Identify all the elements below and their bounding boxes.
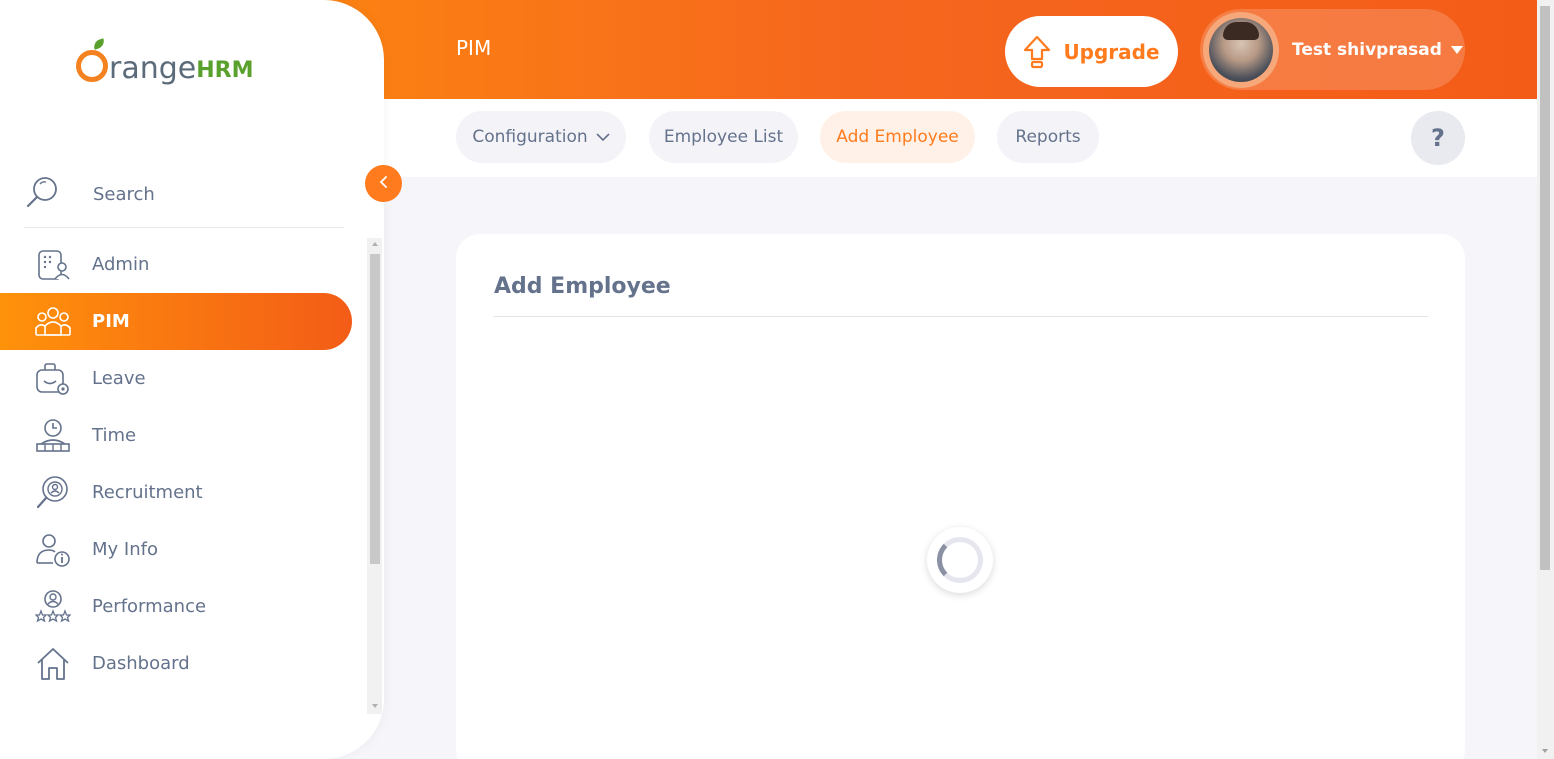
sidebar-item-recruitment[interactable]: Recruitment [0,464,352,521]
tab-add-employee[interactable]: Add Employee [820,111,975,163]
search-icon [24,175,60,215]
pim-icon [34,303,72,341]
sidebar-item-my-info[interactable]: My Info [0,521,352,578]
sidebar-item-time[interactable]: Time [0,407,352,464]
search-label: Search [93,184,155,205]
scroll-up-icon[interactable] [372,242,378,246]
tab-label: Reports [1015,127,1081,147]
sub-navigation: Configuration Employee List Add Employee… [384,99,1537,177]
sidebar-item-admin[interactable]: Admin [0,236,352,293]
upgrade-arrow-icon [1023,35,1051,69]
admin-icon [34,246,72,284]
tab-employee-list[interactable]: Employee List [649,111,798,163]
sidebar-item-label: PIM [92,311,130,332]
collapse-sidebar-button[interactable] [365,165,402,202]
scrollbar-thumb[interactable] [1540,6,1550,570]
logo-text: range [109,51,197,86]
upgrade-label: Upgrade [1063,39,1160,64]
spinner-icon [937,537,983,583]
scroll-down-icon[interactable] [1542,749,1548,753]
module-title: PIM [456,36,492,60]
sidebar: range HRM Search Admin PIM Leave Time Re… [0,0,384,759]
help-button[interactable]: ? [1411,111,1465,165]
page-title: Add Employee [494,274,671,299]
sidebar-item-label: My Info [92,539,158,560]
sidebar-item-label: Admin [92,254,150,275]
avatar [1203,11,1279,88]
sidebar-item-label: Time [92,425,137,446]
time-icon [34,417,72,455]
sidebar-item-label: Recruitment [92,482,203,503]
tab-configuration[interactable]: Configuration [456,111,626,163]
sidebar-item-label: Dashboard [92,653,190,674]
caret-down-icon [1450,45,1463,54]
scrollbar-thumb[interactable] [370,254,380,564]
sidebar-menu: Admin PIM Leave Time Recruitment My Info… [0,236,352,692]
dashboard-icon [34,645,72,683]
chevron-left-icon [378,174,390,193]
sidebar-search[interactable]: Search [24,162,344,228]
my-info-icon [34,531,72,569]
logo-suffix: HRM [196,57,254,83]
chevron-down-icon [596,127,610,147]
performance-icon [34,588,72,626]
tab-label: Configuration [472,127,588,147]
loading-spinner [927,527,993,593]
leave-icon [34,360,72,398]
divider [493,316,1428,317]
page-scrollbar[interactable] [1537,0,1554,759]
sidebar-item-performance[interactable]: Performance [0,578,352,635]
add-employee-card: Add Employee [456,234,1465,759]
scroll-down-icon[interactable] [372,704,378,708]
logo-orange-icon [76,50,108,82]
sidebar-item-label: Leave [92,368,146,389]
sidebar-item-dashboard[interactable]: Dashboard [0,635,352,692]
user-name: Test shivprasad [1292,39,1442,60]
user-dropdown[interactable]: Test shivprasad [1200,9,1465,90]
tab-label: Add Employee [836,127,959,147]
orangehrm-logo[interactable]: range HRM [76,50,253,84]
sidebar-scrollbar[interactable] [367,238,382,714]
sidebar-item-label: Performance [92,596,207,617]
upgrade-button[interactable]: Upgrade [1005,16,1178,87]
recruitment-icon [34,474,72,512]
sidebar-item-leave[interactable]: Leave [0,350,352,407]
sidebar-item-pim[interactable]: PIM [0,293,352,350]
tab-label: Employee List [663,127,784,147]
tab-reports[interactable]: Reports [997,111,1099,163]
